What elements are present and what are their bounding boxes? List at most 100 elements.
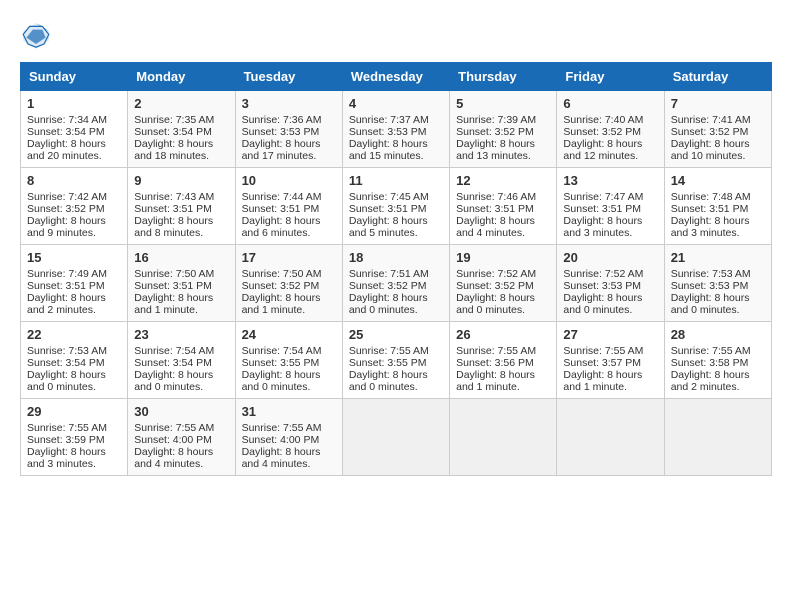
sunrise: Sunrise: 7:44 AM (242, 191, 322, 203)
calendar-cell: 18Sunrise: 7:51 AMSunset: 3:52 PMDayligh… (342, 245, 449, 322)
header-sunday: Sunday (21, 63, 128, 91)
sunrise: Sunrise: 7:53 AM (27, 345, 107, 357)
sunset: Sunset: 3:51 PM (27, 280, 105, 292)
page-header (20, 20, 772, 52)
calendar-cell: 13Sunrise: 7:47 AMSunset: 3:51 PMDayligh… (557, 168, 664, 245)
sunrise: Sunrise: 7:55 AM (671, 345, 751, 357)
sunrise: Sunrise: 7:43 AM (134, 191, 214, 203)
day-number: 22 (27, 327, 121, 342)
daylight: Daylight: 8 hours and 0 minutes. (671, 292, 750, 316)
day-number: 8 (27, 173, 121, 188)
day-number: 10 (242, 173, 336, 188)
sunset: Sunset: 3:55 PM (349, 357, 427, 369)
sunset: Sunset: 3:57 PM (563, 357, 641, 369)
sunrise: Sunrise: 7:48 AM (671, 191, 751, 203)
calendar-cell: 17Sunrise: 7:50 AMSunset: 3:52 PMDayligh… (235, 245, 342, 322)
calendar-cell: 30Sunrise: 7:55 AMSunset: 4:00 PMDayligh… (128, 399, 235, 476)
calendar-cell (450, 399, 557, 476)
sunset: Sunset: 3:51 PM (134, 203, 212, 215)
day-number: 18 (349, 250, 443, 265)
day-number: 5 (456, 96, 550, 111)
day-number: 3 (242, 96, 336, 111)
daylight: Daylight: 8 hours and 6 minutes. (242, 215, 321, 239)
sunrise: Sunrise: 7:55 AM (349, 345, 429, 357)
sunset: Sunset: 3:52 PM (671, 126, 749, 138)
sunset: Sunset: 3:53 PM (563, 280, 641, 292)
daylight: Daylight: 8 hours and 2 minutes. (671, 369, 750, 393)
daylight: Daylight: 8 hours and 3 minutes. (27, 446, 106, 470)
header-tuesday: Tuesday (235, 63, 342, 91)
sunset: Sunset: 3:51 PM (671, 203, 749, 215)
calendar-cell: 14Sunrise: 7:48 AMSunset: 3:51 PMDayligh… (664, 168, 771, 245)
header-thursday: Thursday (450, 63, 557, 91)
calendar-cell: 16Sunrise: 7:50 AMSunset: 3:51 PMDayligh… (128, 245, 235, 322)
sunrise: Sunrise: 7:54 AM (134, 345, 214, 357)
sunset: Sunset: 3:54 PM (134, 126, 212, 138)
daylight: Daylight: 8 hours and 0 minutes. (134, 369, 213, 393)
calendar-cell: 31Sunrise: 7:55 AMSunset: 4:00 PMDayligh… (235, 399, 342, 476)
day-number: 2 (134, 96, 228, 111)
calendar-cell (557, 399, 664, 476)
day-number: 23 (134, 327, 228, 342)
calendar-cell (342, 399, 449, 476)
week-row-5: 29Sunrise: 7:55 AMSunset: 3:59 PMDayligh… (21, 399, 772, 476)
sunrise: Sunrise: 7:54 AM (242, 345, 322, 357)
daylight: Daylight: 8 hours and 17 minutes. (242, 138, 321, 162)
calendar-cell: 25Sunrise: 7:55 AMSunset: 3:55 PMDayligh… (342, 322, 449, 399)
sunset: Sunset: 3:52 PM (456, 280, 534, 292)
day-number: 4 (349, 96, 443, 111)
sunrise: Sunrise: 7:50 AM (134, 268, 214, 280)
sunset: Sunset: 3:54 PM (27, 126, 105, 138)
week-row-3: 15Sunrise: 7:49 AMSunset: 3:51 PMDayligh… (21, 245, 772, 322)
day-number: 31 (242, 404, 336, 419)
sunrise: Sunrise: 7:49 AM (27, 268, 107, 280)
daylight: Daylight: 8 hours and 0 minutes. (27, 369, 106, 393)
daylight: Daylight: 8 hours and 1 minute. (456, 369, 535, 393)
week-row-2: 8 Sunrise: 7:42 AMSunset: 3:52 PM Daylight… (21, 168, 772, 245)
calendar-cell: 9Sunrise: 7:43 AMSunset: 3:51 PMDaylight… (128, 168, 235, 245)
daylight: Daylight: 8 hours and 0 minutes. (349, 292, 428, 316)
logo-icon (20, 20, 52, 52)
sunrise: Sunrise: 7:36 AM (242, 114, 322, 126)
daylight: Daylight: 8 hours and 1 minute. (563, 369, 642, 393)
calendar-cell: 29Sunrise: 7:55 AMSunset: 3:59 PMDayligh… (21, 399, 128, 476)
sunrise: Sunrise: 7:55 AM (456, 345, 536, 357)
day-number: 14 (671, 173, 765, 188)
daylight: Daylight: 8 hours and 12 minutes. (563, 138, 642, 162)
daylight: Daylight: 8 hours and 10 minutes. (671, 138, 750, 162)
sunrise: Sunrise: 7:40 AM (563, 114, 643, 126)
calendar-cell: 27Sunrise: 7:55 AMSunset: 3:57 PMDayligh… (557, 322, 664, 399)
sunset: Sunset: 3:53 PM (242, 126, 320, 138)
day-number: 16 (134, 250, 228, 265)
calendar-cell: 6Sunrise: 7:40 AMSunset: 3:52 PMDaylight… (557, 91, 664, 168)
sunrise: Sunrise: 7:39 AM (456, 114, 536, 126)
day-number: 25 (349, 327, 443, 342)
sunrise: Sunrise: 7:55 AM (242, 422, 322, 434)
sunrise: Sunrise: 7:42 AM (27, 191, 107, 203)
calendar-cell: 19Sunrise: 7:52 AMSunset: 3:52 PMDayligh… (450, 245, 557, 322)
sunset: Sunset: 3:52 PM (456, 126, 534, 138)
calendar-cell: 1Sunrise: 7:34 AMSunset: 3:54 PMDaylight… (21, 91, 128, 168)
calendar-cell: 4Sunrise: 7:37 AMSunset: 3:53 PMDaylight… (342, 91, 449, 168)
daylight: Daylight: 8 hours and 13 minutes. (456, 138, 535, 162)
sunset: Sunset: 3:53 PM (671, 280, 749, 292)
calendar-cell: 11Sunrise: 7:45 AMSunset: 3:51 PMDayligh… (342, 168, 449, 245)
day-number: 27 (563, 327, 657, 342)
sunset: Sunset: 4:00 PM (242, 434, 320, 446)
calendar-cell (664, 399, 771, 476)
sunrise: Sunrise: 7:52 AM (563, 268, 643, 280)
sunset: Sunset: 3:53 PM (349, 126, 427, 138)
day-number: 20 (563, 250, 657, 265)
calendar-header-row: SundayMondayTuesdayWednesdayThursdayFrid… (21, 63, 772, 91)
calendar-cell: 20Sunrise: 7:52 AMSunset: 3:53 PMDayligh… (557, 245, 664, 322)
sunset: Sunset: 3:52 PM (27, 203, 105, 215)
header-wednesday: Wednesday (342, 63, 449, 91)
calendar-body: 1Sunrise: 7:34 AMSunset: 3:54 PMDaylight… (21, 91, 772, 476)
week-row-1: 1Sunrise: 7:34 AMSunset: 3:54 PMDaylight… (21, 91, 772, 168)
day-number: 19 (456, 250, 550, 265)
daylight: Daylight: 8 hours and 0 minutes. (456, 292, 535, 316)
day-number: 13 (563, 173, 657, 188)
logo (20, 20, 56, 52)
calendar-cell: 22Sunrise: 7:53 AMSunset: 3:54 PMDayligh… (21, 322, 128, 399)
day-number: 24 (242, 327, 336, 342)
